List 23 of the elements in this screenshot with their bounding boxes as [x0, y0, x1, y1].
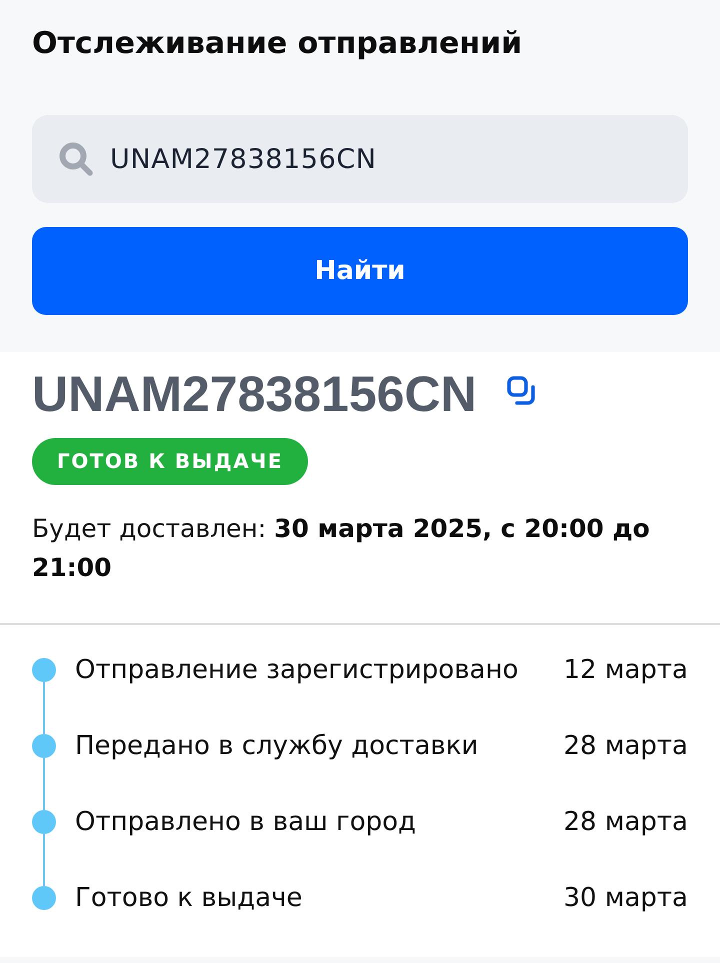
tracking-number: UNAM27838156CN	[32, 365, 477, 424]
delivery-text: Будет доставлен: 30 марта 2025, с 20:00 до 21:00	[32, 513, 651, 584]
timeline-dot	[32, 734, 56, 758]
timeline-step-date: 12 марта	[564, 654, 688, 686]
timeline-dot	[32, 886, 56, 910]
timeline-step-label: Отправление зарегистрировано	[75, 654, 520, 686]
timeline-dot	[32, 658, 56, 682]
copy-icon[interactable]	[506, 376, 537, 406]
timeline-step-label: Готово к выдаче	[75, 882, 304, 914]
status-badge: ГОТОВ К ВЫДАЧЕ	[32, 438, 308, 485]
search-button[interactable]: Найти	[32, 227, 688, 315]
timeline-step-date: 28 марта	[564, 806, 688, 838]
timeline-connector	[43, 682, 45, 734]
timeline-step-label: Передано в службу доставки	[75, 730, 480, 762]
page-title: Отслеживание отправлений	[32, 25, 522, 63]
timeline-step-date: 28 марта	[564, 730, 688, 762]
timeline-connector	[43, 758, 45, 810]
timeline-step-date: 30 марта	[564, 882, 688, 914]
timeline-step-label: Отправлено в ваш город	[75, 806, 418, 838]
search-field[interactable]: UNAM27838156CN	[32, 115, 688, 203]
timeline-dot	[32, 810, 56, 834]
timeline-connector	[43, 834, 45, 886]
search-icon	[58, 141, 94, 177]
